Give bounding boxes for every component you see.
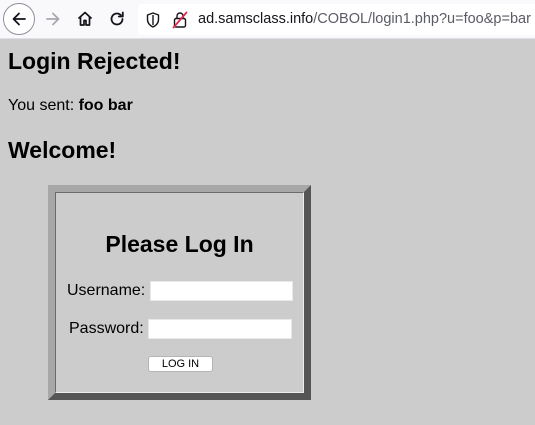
browser-toolbar: ad.samsclass.info/COBOL/login1.php?u=foo… — [0, 0, 535, 39]
url-host: ad.samsclass.info — [198, 11, 314, 27]
login-button[interactable]: LOG IN — [148, 356, 213, 372]
url-text[interactable]: ad.samsclass.info/COBOL/login1.php?u=foo… — [198, 11, 531, 28]
password-label: Password: — [69, 320, 144, 337]
back-arrow-icon — [12, 12, 26, 26]
sent-label: You sent: — [8, 97, 79, 114]
forward-button[interactable] — [40, 6, 66, 32]
password-input[interactable] — [148, 319, 292, 339]
login-rejected-heading: Login Rejected! — [8, 48, 181, 74]
login-title: Please Log In — [105, 231, 254, 257]
sent-value: foo bar — [78, 97, 133, 114]
home-button[interactable] — [72, 6, 98, 32]
url-path: /COBOL/login1.php?u=foo&p=bar — [313, 11, 531, 27]
shield-icon[interactable] — [146, 12, 160, 33]
login-form: Please Log In Username: Password: LOG IN — [55, 192, 304, 393]
insecure-lock-icon[interactable] — [172, 11, 188, 34]
reload-icon — [110, 11, 124, 26]
username-label: Username: — [67, 282, 146, 299]
reload-button[interactable] — [104, 6, 130, 32]
username-input[interactable] — [150, 281, 293, 301]
sent-line: You sent: foo bar — [8, 97, 133, 115]
address-bar[interactable]: ad.samsclass.info/COBOL/login1.php?u=foo… — [138, 4, 535, 35]
back-button[interactable] — [3, 3, 35, 35]
login-form-box: Please Log In Username: Password: LOG IN — [48, 185, 311, 400]
welcome-heading: Welcome! — [8, 137, 117, 163]
home-icon — [77, 11, 93, 26]
forward-arrow-icon — [46, 12, 60, 26]
page-content: Login Rejected! You sent: foo bar Welcom… — [0, 39, 535, 425]
